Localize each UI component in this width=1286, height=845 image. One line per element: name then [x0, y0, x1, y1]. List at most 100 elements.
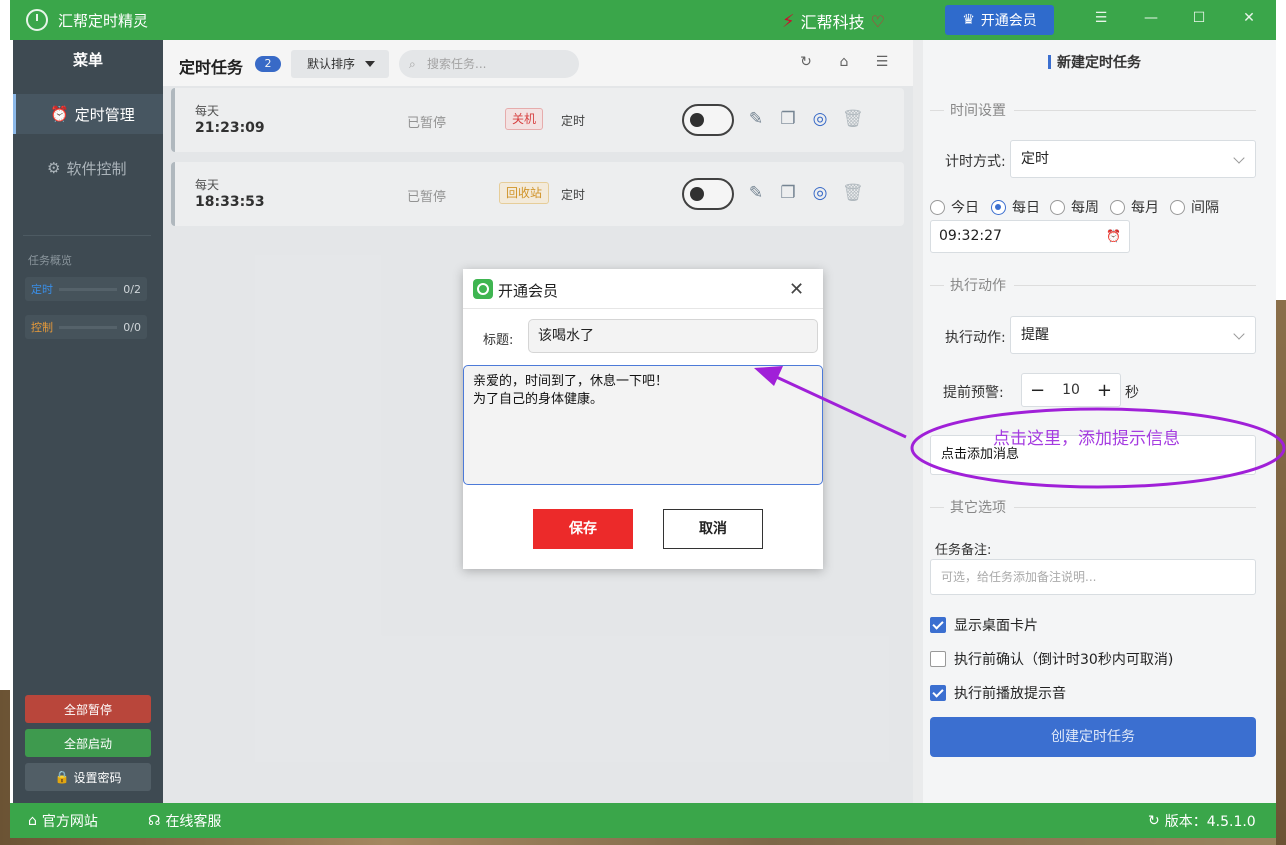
sidebar-item-label: 定时管理 [74, 105, 135, 124]
vip-button[interactable]: ♛ 开通会员 [945, 5, 1054, 35]
pause-all-button[interactable]: 全部暂停 [25, 695, 151, 723]
sidebar-item-timer-manage[interactable]: ⏰ 定时管理 [13, 94, 163, 134]
radio-interval[interactable]: 间隔 [1170, 197, 1219, 217]
overview-bar [59, 287, 118, 291]
radio-circle [930, 199, 945, 215]
close-icon[interactable]: ✕ [789, 279, 804, 300]
time-picker[interactable]: 09:32:27 ⏰ [930, 220, 1130, 253]
minus-icon[interactable]: − [1030, 380, 1045, 401]
radio-weekly[interactable]: 每周 [1050, 197, 1099, 217]
advance-label: 提前预警: [943, 385, 1004, 401]
checkbox[interactable] [930, 651, 946, 667]
option-label: 显示桌面卡片 [954, 618, 1038, 634]
radio-circle [991, 199, 1006, 215]
section-other: 其它选项 [930, 497, 1256, 517]
gear-icon: ⚙ [47, 159, 61, 177]
set-password-label: 设置密码 [73, 770, 122, 785]
checkbox[interactable] [930, 685, 946, 701]
plus-icon[interactable]: + [1097, 380, 1112, 401]
sidebar: 菜单 ⏰ 定时管理 ⚙ 软件控制 任务概览 定时 0/2 控制 0/0 全部暂停… [13, 40, 163, 803]
sidebar-item-label: 软件控制 [66, 159, 127, 178]
radio-label: 今日 [951, 200, 979, 216]
time-value: 09:32:27 [939, 228, 1002, 244]
advance-value: 10 [1062, 382, 1080, 398]
cancel-button[interactable]: 取消 [663, 509, 763, 549]
checkbox[interactable] [930, 617, 946, 633]
overview-row-timer: 定时 0/2 [25, 277, 147, 301]
brand-logo-icon: ⚡ [782, 10, 795, 32]
sidebar-item-software-control[interactable]: ⚙ 软件控制 [13, 148, 163, 188]
action-value: 提醒 [1021, 327, 1049, 343]
support-link[interactable]: ☊ 在线客服 [148, 811, 221, 831]
set-password-button[interactable]: 🔒 设置密码 [25, 763, 151, 791]
option-desktop-card[interactable]: 显示桌面卡片 [930, 615, 1038, 635]
radio-monthly[interactable]: 每月 [1110, 197, 1159, 217]
section-label: 时间设置 [950, 103, 1006, 119]
crown-icon: ♛ [962, 12, 975, 28]
overview-count: 0/2 [123, 282, 141, 296]
version[interactable]: ↻ 版本：4.5.1.0 [1148, 811, 1256, 831]
advance-unit: 秒 [1125, 385, 1139, 401]
website-link[interactable]: ⌂ 官方网站 [28, 811, 98, 831]
close-icon[interactable]: ✕ [1238, 10, 1260, 30]
note-label: 任务备注: [935, 543, 992, 558]
radio-label: 每日 [1012, 200, 1040, 216]
note-input[interactable]: 可选，给任务添加备注说明... [930, 559, 1256, 595]
chevron-down-icon [1233, 152, 1245, 164]
headset-icon: ☊ [148, 813, 161, 829]
alarm-clock-icon: ⏰ [1106, 229, 1121, 243]
radio-circle [1050, 199, 1065, 215]
radio-label: 每月 [1131, 200, 1159, 216]
heart-icon: ♡ [870, 11, 885, 31]
radio-today[interactable]: 今日 [930, 197, 979, 217]
app-title: 汇帮定时精灵 [58, 12, 149, 30]
message-dialog: 开通会员 ✕ 标题: 该喝水了 亲爱的，时间到了，休息一下吧！ 为了自己的身体健… [463, 269, 823, 569]
action-label: 执行动作: [945, 330, 1006, 346]
dialog-title-input[interactable]: 该喝水了 [528, 319, 818, 353]
annotation-text: 点击这里，添加提示信息 [993, 429, 1180, 449]
overview-label: 定时 [31, 283, 53, 296]
app-clock-logo-icon [26, 9, 48, 31]
overview-title: 任务概览 [28, 254, 72, 267]
brand-name: 汇帮科技 [800, 13, 865, 32]
section-label: 执行动作 [950, 278, 1006, 294]
maximize-icon[interactable]: ☐ [1188, 10, 1210, 30]
timing-value: 定时 [1021, 151, 1049, 167]
option-label: 执行前播放提示音 [954, 686, 1066, 702]
refresh-icon: ↻ [1148, 813, 1160, 829]
app-logo-icon [473, 279, 493, 299]
option-label: 执行前确认（倒计时30秒内可取消) [954, 652, 1174, 668]
radio-circle [1110, 199, 1125, 215]
overview-count: 0/0 [123, 320, 141, 334]
dialog-title: 开通会员 [498, 282, 559, 300]
new-task-panel: 新建定时任务 时间设置 计时方式: 定时 今日 每日 每周 每月 间隔 09:3… [913, 40, 1276, 803]
radio-daily[interactable]: 每日 [991, 197, 1040, 217]
section-action: 执行动作 [930, 275, 1256, 295]
minimize-icon[interactable]: — [1140, 10, 1162, 30]
brand: ⚡ 汇帮科技 ♡ [782, 9, 885, 33]
section-label: 其它选项 [950, 500, 1006, 516]
start-all-button[interactable]: 全部启动 [25, 729, 151, 757]
chevron-down-icon [1233, 328, 1245, 340]
timing-label: 计时方式: [945, 154, 1006, 170]
desktop-wallpaper-right [1276, 300, 1286, 845]
clock-icon: ⏰ [50, 105, 69, 123]
new-task-title: 新建定时任务 [913, 40, 1276, 86]
dialog-title-label: 标题: [483, 333, 514, 348]
option-confirm[interactable]: 执行前确认（倒计时30秒内可取消) [930, 649, 1173, 669]
menu-icon[interactable]: ☰ [1090, 10, 1112, 30]
timing-select[interactable]: 定时 [1010, 140, 1256, 178]
create-task-button[interactable]: 创建定时任务 [930, 717, 1256, 757]
radio-label: 每周 [1071, 200, 1099, 216]
overview-row-control: 控制 0/0 [25, 315, 147, 339]
sidebar-header: 菜单 [72, 51, 103, 69]
footer: ⌂ 官方网站 ☊ 在线客服 ↻ 版本：4.5.1.0 [10, 803, 1276, 838]
option-sound[interactable]: 执行前播放提示音 [930, 683, 1066, 703]
dialog-header: 开通会员 ✕ [463, 269, 823, 309]
radio-label: 间隔 [1191, 200, 1219, 216]
action-select[interactable]: 提醒 [1010, 316, 1256, 354]
dialog-message-textarea[interactable]: 亲爱的，时间到了，休息一下吧！ 为了自己的身体健康。 [463, 365, 823, 485]
advance-stepper[interactable]: − 10 + [1021, 373, 1121, 407]
title-bar: 汇帮定时精灵 ⚡ 汇帮科技 ♡ ♛ 开通会员 ☰ — ☐ ✕ [10, 0, 1276, 40]
save-button[interactable]: 保存 [533, 509, 633, 549]
